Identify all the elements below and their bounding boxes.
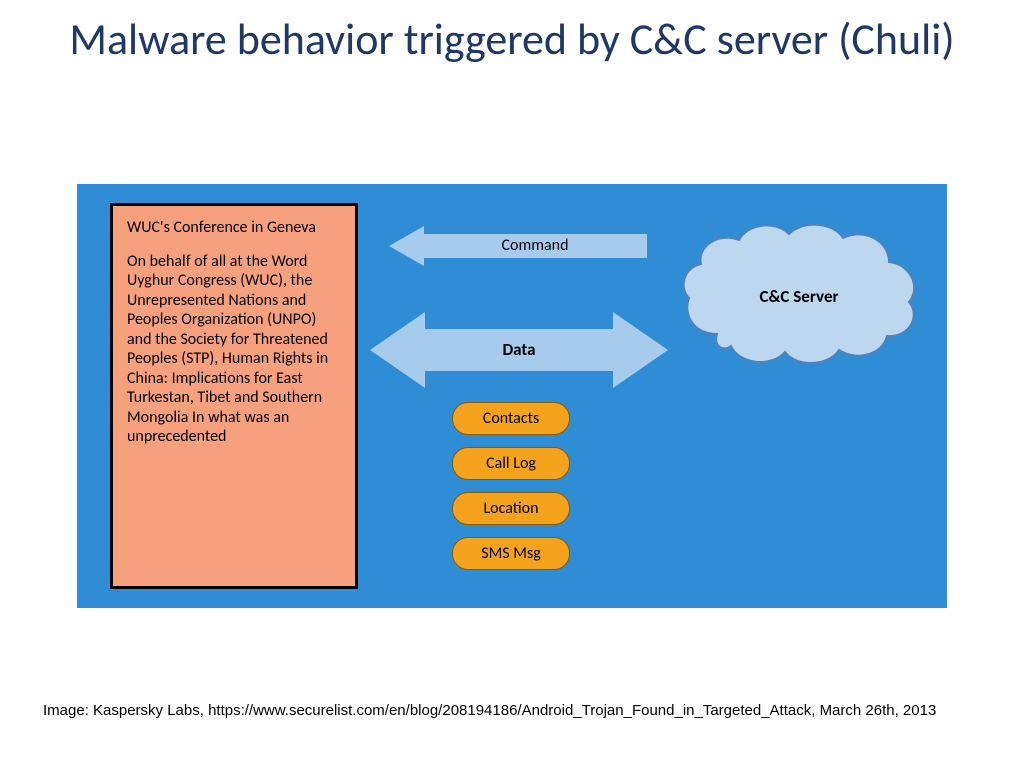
slide: Malware behavior triggered by C&C server… <box>0 0 1024 768</box>
data-type-list: Contacts Call Log Location SMS Msg <box>452 402 584 570</box>
data-arrow-label: Data <box>370 312 668 388</box>
image-credit: Image: Kaspersky Labs, https://www.secur… <box>43 702 983 719</box>
data-type-pill: SMS Msg <box>452 537 570 570</box>
command-arrow: Command <box>389 226 647 266</box>
email-body: On behalf of all at the Word Uyghur Cong… <box>127 252 341 447</box>
command-arrow-label: Command <box>423 234 647 258</box>
phishing-email-box: WUC's Conference in Geneva On behalf of … <box>110 203 358 589</box>
data-arrow: Data <box>370 312 668 388</box>
cloud-label: C&C Server <box>673 218 925 374</box>
data-type-pill: Location <box>452 492 570 525</box>
cc-server-cloud: C&C Server <box>673 218 925 374</box>
slide-title: Malware behavior triggered by C&C server… <box>0 14 1024 65</box>
diagram-panel: WUC's Conference in Geneva On behalf of … <box>77 184 947 608</box>
email-heading: WUC's Conference in Geneva <box>127 218 341 238</box>
data-type-pill: Contacts <box>452 402 570 435</box>
data-type-pill: Call Log <box>452 447 570 480</box>
arrow-left-head-icon <box>389 226 424 266</box>
